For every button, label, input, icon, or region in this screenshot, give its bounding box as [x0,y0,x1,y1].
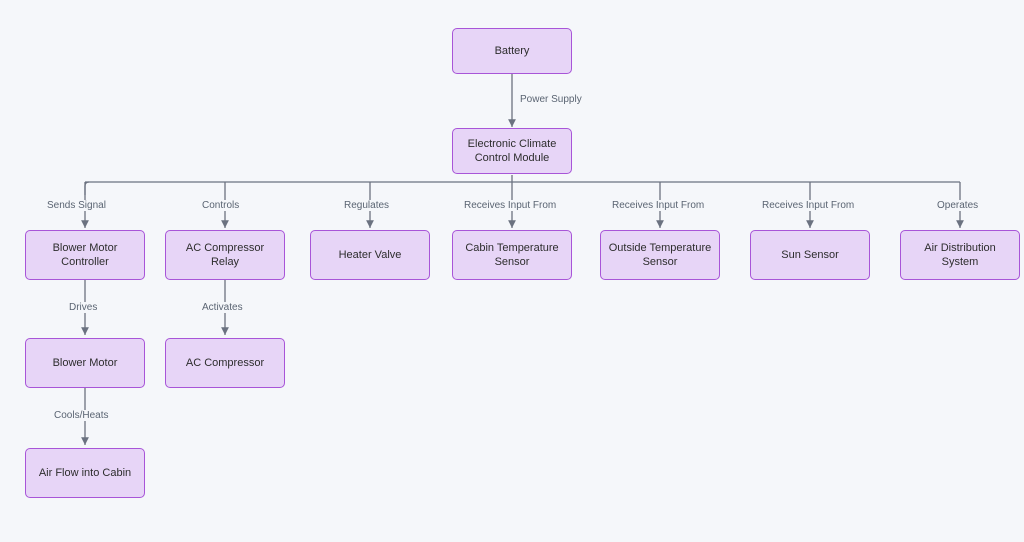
node-label: Air Distribution System [907,241,1013,270]
edge-label-controls: Controls [200,200,241,211]
node-label: Heater Valve [339,248,402,262]
node-heater-valve: Heater Valve [310,230,430,280]
node-label: Blower Motor [53,356,118,370]
node-label: Electronic Climate Control Module [459,137,565,166]
node-outside-temp-sensor: Outside Temperature Sensor [600,230,720,280]
node-air-distribution: Air Distribution System [900,230,1020,280]
edge-label-drives: Drives [67,302,99,313]
node-label: AC Compressor [186,356,264,370]
node-label: Outside Temperature Sensor [607,241,713,270]
edge-label-power: Power Supply [518,94,584,105]
node-sun-sensor: Sun Sensor [750,230,870,280]
edge-label-rif2: Receives Input From [610,200,706,211]
node-label: Blower Motor Controller [32,241,138,270]
node-battery: Battery [452,28,572,74]
node-ac-compressor: AC Compressor [165,338,285,388]
node-label: Sun Sensor [781,248,838,262]
edge-label-activates: Activates [200,302,245,313]
node-label: Battery [495,44,530,58]
node-ac-compressor-relay: AC Compressor Relay [165,230,285,280]
edge-label-cools: Cools/Heats [52,410,110,421]
node-cabin-temp-sensor: Cabin Temperature Sensor [452,230,572,280]
edge-label-regulates: Regulates [342,200,391,211]
node-label: AC Compressor Relay [172,241,278,270]
node-blower-motor: Blower Motor [25,338,145,388]
node-air-flow: Air Flow into Cabin [25,448,145,498]
node-eccm: Electronic Climate Control Module [452,128,572,174]
node-label: Air Flow into Cabin [39,466,131,480]
edge-label-rif3: Receives Input From [760,200,856,211]
edge-label-rif1: Receives Input From [462,200,558,211]
node-blower-motor-controller: Blower Motor Controller [25,230,145,280]
edge-label-sends: Sends Signal [45,200,108,211]
edge-label-operates: Operates [935,200,980,211]
node-label: Cabin Temperature Sensor [459,241,565,270]
